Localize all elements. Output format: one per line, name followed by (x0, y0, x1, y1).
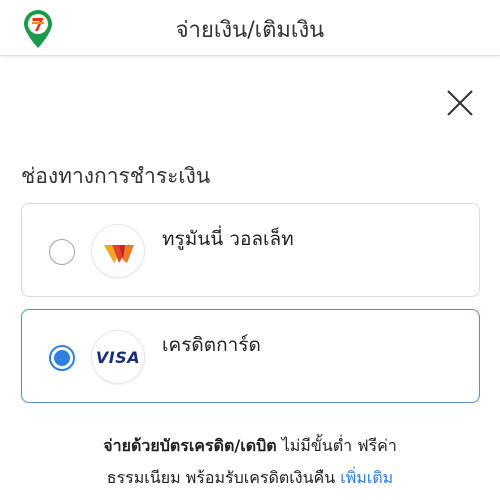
payment-option-credit-card[interactable]: VISA เครดิตการ์ด (21, 309, 480, 403)
visa-logo-text: VISA (95, 348, 141, 367)
payment-channel-heading: ช่องทางการชำระเงิน (21, 164, 211, 188)
promo-text-rest: ไม่มีขั้นต่ำ ฟรีค่า (276, 436, 397, 455)
payment-option-truemoney[interactable]: ทรูมันนี่ วอลเล็ท (21, 203, 480, 297)
more-info-link[interactable]: เพิ่มเติม (340, 468, 393, 487)
radio-truemoney[interactable] (49, 239, 75, 265)
close-icon (447, 90, 473, 116)
visa-icon: VISA (91, 330, 145, 384)
close-button[interactable] (440, 83, 480, 123)
promo-bold-text: จ่ายด้วยบัตรเครดิต/เดบิต (103, 436, 277, 455)
option-label-credit-card: เครดิตการ์ด (162, 334, 261, 356)
top-bar: จ่ายเงิน/เติมเงิน (0, 0, 500, 56)
truemoney-wallet-icon (91, 224, 145, 278)
promo-line-1: จ่ายด้วยบัตรเครดิต/เดบิต ไม่มีขั้นต่ำ ฟร… (0, 430, 500, 462)
option-label-truemoney: ทรูมันนี่ วอลเล็ท (162, 228, 294, 250)
promo-note: จ่ายด้วยบัตรเครดิต/เดบิต ไม่มีขั้นต่ำ ฟร… (0, 430, 500, 494)
radio-credit-card[interactable] (49, 345, 75, 371)
promo-text-line2: ธรรมเนียม พร้อมรับเครดิตเงินคืน (106, 468, 341, 487)
promo-line-2: ธรรมเนียม พร้อมรับเครดิตเงินคืน เพิ่มเติ… (0, 462, 500, 494)
page-title: จ่ายเงิน/เติมเงิน (175, 18, 325, 43)
